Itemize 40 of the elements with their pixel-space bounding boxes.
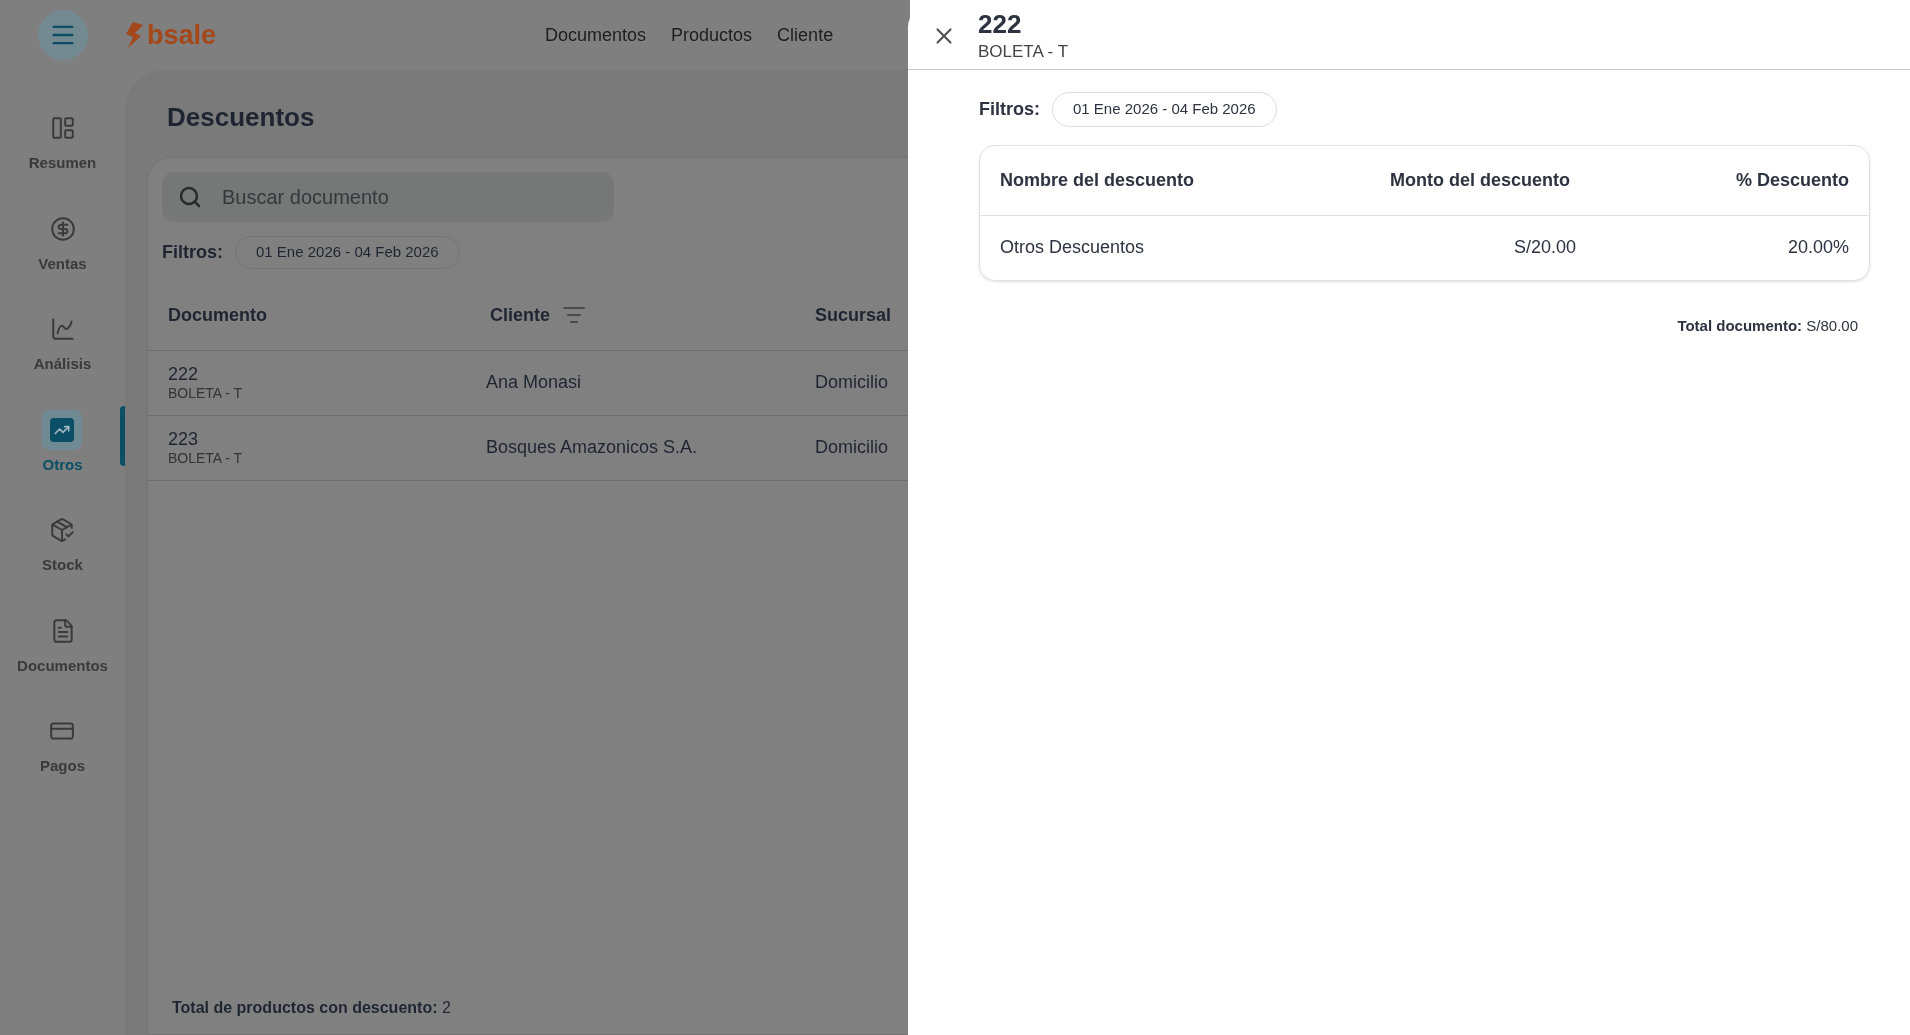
document-number: 222 bbox=[168, 362, 200, 385]
sidebar-item[interactable]: Stock bbox=[42, 510, 83, 577]
table-cell: Otros Descuentos bbox=[1000, 237, 1145, 257]
nav-link[interactable]: Documentos bbox=[545, 21, 647, 49]
drawer-title: 222 bbox=[978, 8, 1023, 41]
filters-label: Filtros: bbox=[979, 97, 1040, 121]
sidebar-item[interactable]: Documentos bbox=[17, 610, 108, 677]
logo: bsale bbox=[147, 21, 217, 49]
document-number: 223 bbox=[168, 427, 200, 450]
document-total: Total documento: S/80.00 bbox=[1677, 315, 1858, 336]
table-cell: Ana Monasi bbox=[486, 372, 582, 392]
drawer-subtitle: BOLETA - T bbox=[978, 40, 1069, 62]
filters-label: Filtros: bbox=[162, 240, 223, 264]
page-title: Descuentos bbox=[167, 101, 316, 134]
logo-icon bbox=[125, 22, 143, 48]
search-icon bbox=[178, 185, 202, 209]
sidebar-item[interactable]: Ventas bbox=[38, 208, 87, 275]
table-cell: S/20.00 bbox=[1513, 237, 1576, 257]
products-total: Total de productos con descuento: 2 bbox=[172, 998, 452, 1018]
table-cell: Domicilio bbox=[815, 372, 888, 392]
menu-button[interactable] bbox=[37, 10, 88, 60]
nav-link[interactable]: Productos bbox=[671, 21, 753, 49]
column-header: % Descuento bbox=[1735, 169, 1849, 190]
sidebar-item[interactable]: Otros bbox=[42, 409, 83, 476]
document-type: BOLETA - T bbox=[168, 450, 244, 468]
column-header: Nombre del descuento bbox=[1000, 169, 1195, 190]
table-cell: 20.00% bbox=[1787, 237, 1849, 257]
sidebar-item[interactable]: Pagos bbox=[40, 711, 85, 778]
search-field[interactable]: Buscar documento bbox=[162, 172, 614, 222]
column-header: Sucursal bbox=[815, 303, 892, 327]
nav-link[interactable]: Cliente bbox=[777, 21, 834, 49]
table-cell: Domicilio bbox=[815, 437, 888, 457]
sidebar-item[interactable]: Resumen bbox=[28, 108, 97, 175]
trend-icon bbox=[42, 409, 83, 450]
column-header: Monto del descuento bbox=[1390, 169, 1570, 190]
column-header: Cliente bbox=[490, 303, 550, 327]
document-type: BOLETA - T bbox=[168, 385, 244, 403]
column-header: Documento bbox=[168, 303, 267, 327]
table-cell: Bosques Amazonicos S.A. bbox=[486, 437, 698, 457]
sidebar-item[interactable]: Análisis bbox=[33, 309, 92, 376]
